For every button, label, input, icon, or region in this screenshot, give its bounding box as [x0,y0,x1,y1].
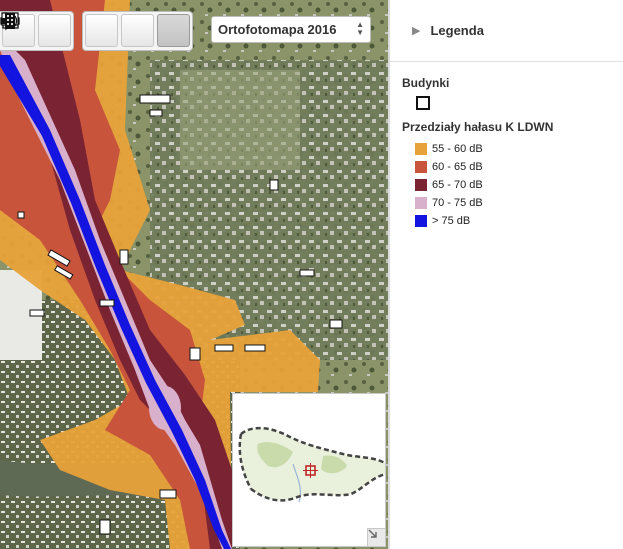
noise-class-list: 55 - 60 dB 60 - 65 dB 65 - 70 dB 70 - 75 dB… [402,140,623,230]
sound-button[interactable] [2,14,154,47]
buildings-layer-title: Budynki [402,76,450,90]
noise-class-swatch [415,143,427,155]
noise-class-label: 60 - 65 dB [432,161,483,173]
legend-toggle[interactable]: ▶ Legenda [390,0,623,62]
basemap-select[interactable]: Ortofotomapa 2016 ▲ ▼ [211,16,371,43]
building-symbol [416,96,430,110]
overview-map-image [233,394,385,546]
noise-class-swatch [415,161,427,173]
noise-class-item: 70 - 75 dB [402,194,623,212]
building-icon [5,13,15,29]
noise-class-swatch [415,215,427,227]
expand-arrow-icon: ▶ [412,25,421,37]
noise-class-label: 55 - 60 dB [432,143,483,155]
info-tool-group [1,11,193,51]
map-toolbar [0,11,201,51]
buildings-button[interactable] [5,13,190,47]
noise-class-swatch [415,197,427,209]
noise-class-item: 65 - 70 dB [402,176,623,194]
measure-area-button[interactable] [2,12,71,47]
identify-button[interactable] [1,12,118,47]
noise-class-item: 55 - 60 dB [402,140,623,158]
noise-class-item: 60 - 65 dB [402,158,623,176]
map-view[interactable]: Ortofotomapa 2016 ▲ ▼ [0,0,388,549]
select-arrows-icon: ▲ ▼ [356,20,364,37]
arrow-diagonal-icon [368,529,377,538]
basemap-select-value: Ortofotomapa 2016 [218,22,337,37]
legend-body: Budynki Przedziały hałasu K LDWN 55 - 60… [390,62,623,230]
legend-title: Legenda [430,23,484,38]
noise-layer-title: Przedziały hałasu K LDWN [402,120,554,134]
noise-class-swatch [415,179,427,191]
noise-class-label: > 75 dB [432,215,471,227]
noise-class-label: 70 - 75 dB [432,197,483,209]
noise-class-item: > 75 dB [402,212,623,230]
overview-map[interactable] [232,393,386,547]
overview-toggle-button[interactable] [367,528,385,546]
noise-class-label: 65 - 70 dB [432,179,483,191]
legend-panel: ▶ Legenda Budynki Przedziały hałasu K LD… [388,0,623,549]
